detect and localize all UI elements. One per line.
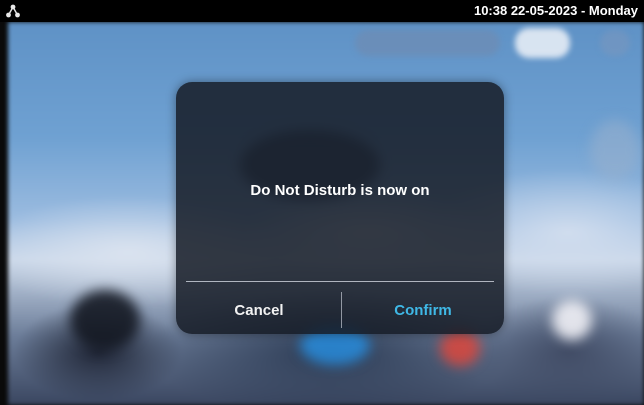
- background-blob: [70, 290, 140, 350]
- background-blob: [590, 120, 640, 180]
- dialog-message: Do Not Disturb is now on: [250, 182, 430, 199]
- device-screen: 10:38 22-05-2023 - Monday Do Not Disturb…: [0, 0, 644, 405]
- do-not-disturb-dialog: Do Not Disturb is now on Cancel Confirm: [176, 82, 504, 334]
- network-icon: [6, 4, 20, 18]
- background-toolbar-pill: [515, 28, 570, 58]
- button-divider: [341, 292, 342, 328]
- background-toolbar-pill: [355, 30, 500, 56]
- confirm-button[interactable]: Confirm: [348, 294, 498, 328]
- dialog-divider: [186, 281, 494, 282]
- status-bar: 10:38 22-05-2023 - Monday: [0, 0, 644, 22]
- background-toolbar-pill: [600, 30, 630, 56]
- cancel-button[interactable]: Cancel: [184, 294, 334, 328]
- background-blob: [440, 330, 480, 366]
- status-clock: 10:38 22-05-2023 - Monday: [473, 3, 638, 18]
- background-blob: [552, 300, 592, 340]
